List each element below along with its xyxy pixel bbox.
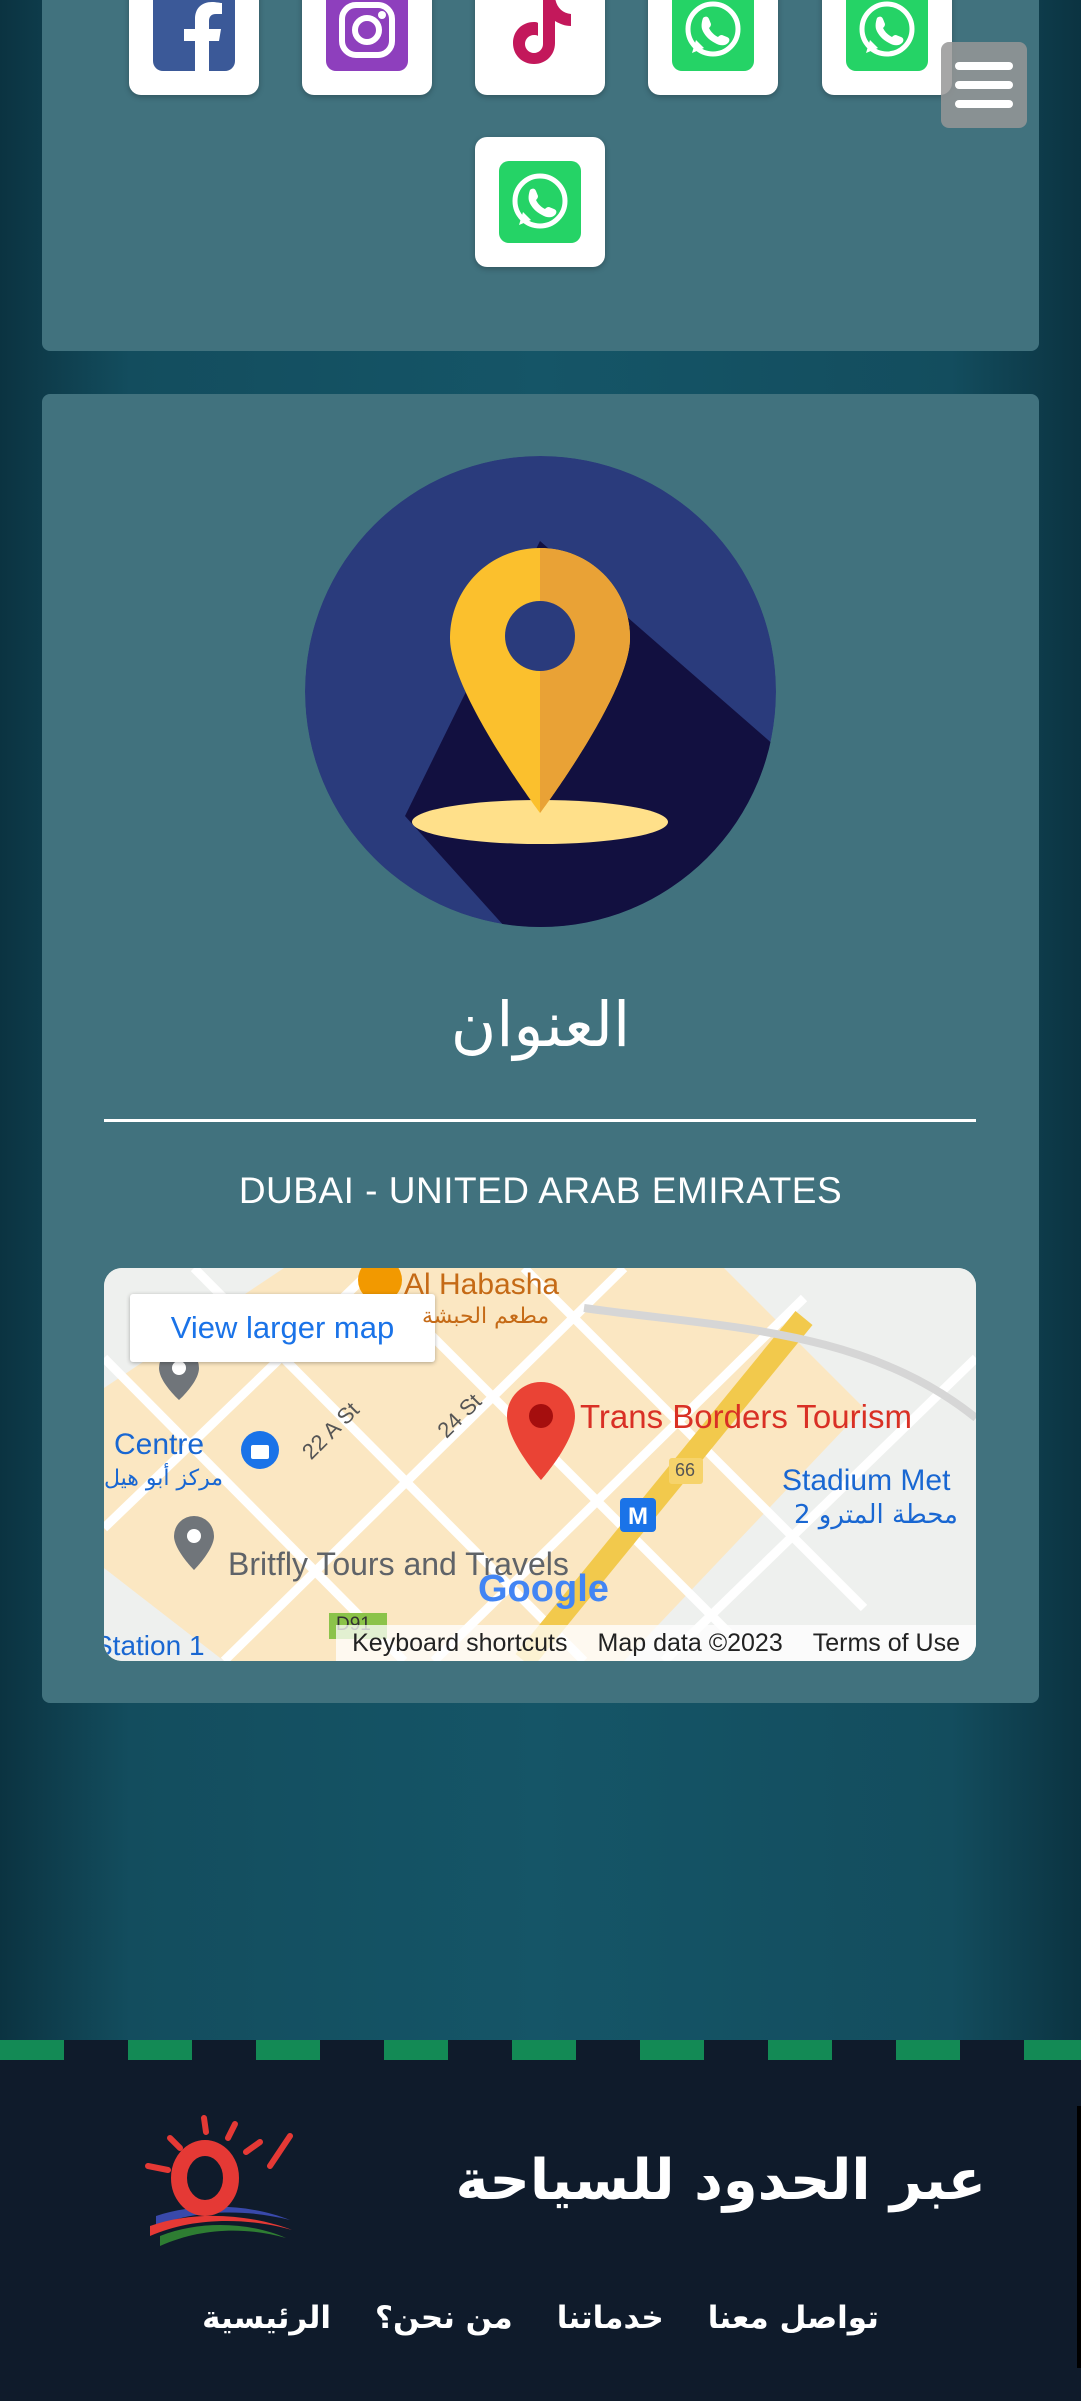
embedded-map[interactable]: M View larger map Al Habasha مطعم الحبشة… [104,1268,976,1661]
address-text: DUBAI - UNITED ARAB EMIRATES [238,1170,843,1211]
map-label-al-habasha-ar: مطعم الحبشة [422,1304,550,1329]
map-place-name[interactable]: Trans Borders Tourism [580,1398,912,1436]
svg-text:M: M [628,1503,648,1530]
tiktok-icon [513,0,571,64]
footer-nav: تواصل معنا خدماتنا من نحن؟ الرئيسية [0,2300,1081,2336]
map-label-stadium-ar: محطة المترو 2 [794,1500,958,1530]
whatsapp-icon [846,0,928,71]
menu-bar-icon [955,100,1013,108]
tiktok-link[interactable] [475,0,605,95]
map-route-66: 66 [675,1460,696,1480]
menu-bar-icon [955,81,1013,89]
whatsapp-icon [499,161,581,243]
footer-nav-about[interactable]: من نحن؟ [375,2300,513,2336]
map-label-station: Station 1 [104,1630,205,1661]
facebook-link[interactable] [129,0,259,95]
menu-bar-icon [955,62,1013,70]
keyboard-shortcuts-link[interactable]: Keyboard shortcuts [352,1629,567,1658]
map-label-centre: Centre [114,1428,205,1461]
divider [104,1119,976,1122]
map-label-al-habasha: Al Habasha [404,1268,560,1301]
map-data-credit: Map data ©2023 [597,1628,783,1657]
brand-name: عبر الحدود للسياحة [455,2148,987,2213]
whatsapp-link-2[interactable] [822,0,952,95]
whatsapp-link-1[interactable] [648,0,778,95]
map-attribution-bar: Keyboard shortcuts Map data ©2023 Terms … [336,1625,976,1661]
address-heading: العنوان [450,988,631,1061]
google-logo: Google [478,1568,609,1610]
scrollbar[interactable] [1077,2106,1081,2368]
brand-logo [145,2115,293,2246]
facebook-icon [153,0,235,71]
address-card: العنوان DUBAI - UNITED ARAB EMIRATES M V… [42,394,1039,1703]
footer-nav-services[interactable]: خدماتنا [557,2300,664,2336]
footer-stripe [0,2040,1081,2060]
terms-of-use-link[interactable]: Terms of Use [813,1629,960,1658]
instagram-icon [326,0,408,71]
location-pin-icon [305,456,776,927]
map-label-centre-ar: مركز أبو هيل [104,1466,224,1491]
whatsapp-link-3[interactable] [475,137,605,267]
map-label-stadium: Stadium Met [782,1464,951,1497]
view-larger-map-link[interactable]: View larger map [130,1294,435,1362]
whatsapp-icon [672,0,754,71]
footer-nav-contact[interactable]: تواصل معنا [708,2300,879,2336]
hamburger-menu-button[interactable] [941,42,1027,128]
footer-nav-home[interactable]: الرئيسية [202,2300,331,2336]
instagram-link[interactable] [302,0,432,95]
